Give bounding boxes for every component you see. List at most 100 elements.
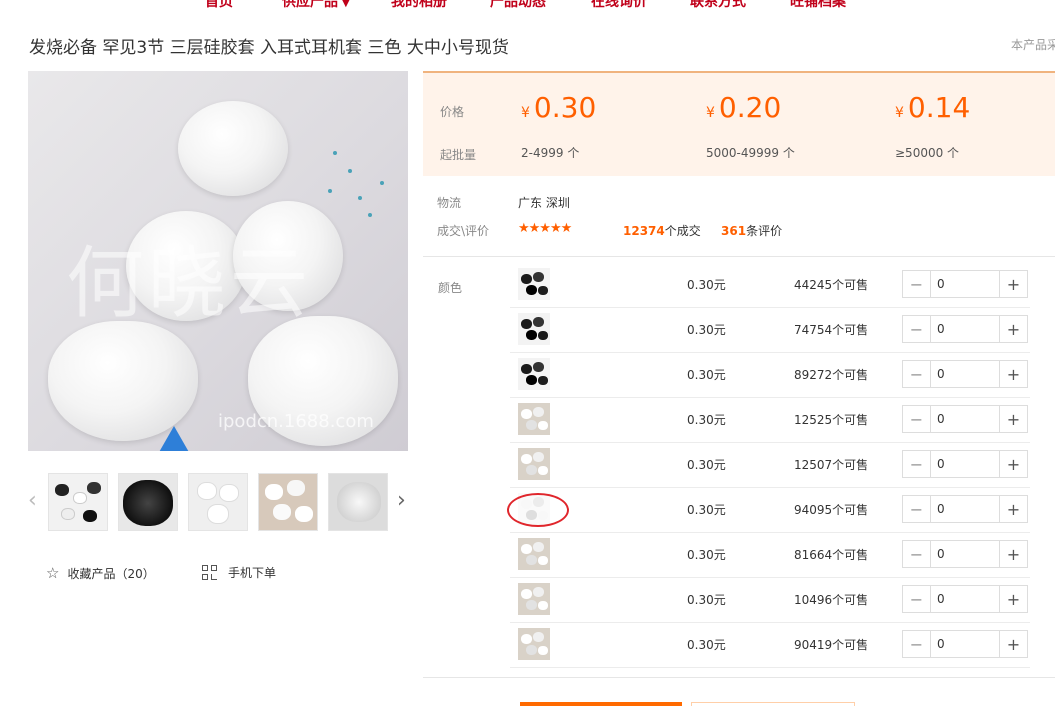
minus-icon[interactable]: − (903, 316, 931, 342)
minus-icon[interactable]: − (903, 586, 931, 612)
deals-count[interactable]: 12374个成交 (623, 222, 701, 239)
quantity-stepper: −0 + (902, 450, 1028, 478)
mobile-order[interactable]: 手机下单 (202, 564, 276, 581)
nav-contact[interactable]: 联系方式 (690, 0, 746, 11)
quantity-stepper: −0 + (902, 585, 1028, 613)
thumb-prev-icon[interactable]: ‹ (28, 488, 37, 513)
minus-icon[interactable]: − (903, 271, 931, 297)
price-label: 价格 (440, 105, 465, 119)
plus-icon[interactable]: + (999, 631, 1027, 657)
nav-news[interactable]: 产品动态 (490, 0, 546, 11)
nav-home[interactable]: 首页 (205, 0, 233, 11)
buy-now-button[interactable] (520, 702, 682, 706)
qty-range-1: 2-4999 个 (521, 146, 580, 160)
sku-stock: 90419个可售 (794, 638, 869, 652)
plus-icon[interactable]: + (999, 541, 1027, 567)
nav-albums[interactable]: 我的相册 (391, 0, 447, 11)
minus-icon[interactable]: − (903, 631, 931, 657)
reviews-label: 成交\评价 (437, 224, 490, 238)
decor-dot (328, 189, 332, 193)
main-product-image[interactable]: 何晓云 ipodcn.1688.com (28, 71, 408, 451)
quantity-input[interactable]: 0 (931, 361, 999, 387)
quantity-input[interactable]: 0 (931, 496, 999, 522)
quantity-input[interactable]: 0 (931, 586, 999, 612)
favorite-product[interactable]: ☆ 收藏产品（20） (46, 564, 155, 582)
sku-color-swatch[interactable] (518, 538, 550, 570)
qty-range-3: ≥50000 个 (895, 146, 960, 160)
review-count[interactable]: 361条评价 (721, 222, 782, 239)
thumbnail-3[interactable] (188, 473, 248, 531)
sku-row: 0.30元 12525个可售 −0 + (510, 398, 1030, 443)
nav-inquiry[interactable]: 在线询价 (591, 0, 647, 11)
earplug-shape (178, 101, 288, 196)
add-to-cart-button[interactable] (691, 702, 855, 706)
sku-row: 0.30元 81664个可售 −0 + (510, 533, 1030, 578)
sku-row: 0.30元 12507个可售 −0 + (510, 443, 1030, 488)
thumbnail-5[interactable] (328, 473, 388, 531)
plus-icon[interactable]: + (999, 406, 1027, 432)
product-note: 本产品采 (1011, 38, 1055, 52)
thumbnail-2[interactable] (118, 473, 178, 531)
currency-symbol: ¥ (706, 105, 715, 121)
sku-price: 0.30元 (687, 548, 726, 562)
plus-icon[interactable]: + (999, 361, 1027, 387)
sku-price: 0.30元 (687, 638, 726, 652)
logistics-label: 物流 (437, 196, 462, 210)
quantity-input[interactable]: 0 (931, 541, 999, 567)
price-tier-1: ¥0.30 (521, 91, 596, 124)
plus-icon[interactable]: + (999, 496, 1027, 522)
quantity-input[interactable]: 0 (931, 271, 999, 297)
nav-products[interactable]: 供应产品 ▼ (282, 0, 350, 11)
color-label: 颜色 (438, 281, 463, 295)
top-navigation: 首页 供应产品 ▼ 我的相册 产品动态 在线询价 联系方式 旺铺档案 (0, 0, 1055, 11)
sku-stock: 10496个可售 (794, 593, 869, 607)
nav-shop-profile[interactable]: 旺铺档案 (790, 0, 846, 11)
sku-stock: 12507个可售 (794, 458, 869, 472)
mobile-order-label: 手机下单 (228, 566, 277, 580)
sku-stock: 94095个可售 (794, 503, 869, 517)
qr-code-icon (202, 564, 218, 581)
price-value: 0.30 (533, 91, 597, 124)
sku-row: 0.30元 74754个可售 −0 + (510, 308, 1030, 353)
plus-icon[interactable]: + (999, 316, 1027, 342)
sku-color-swatch[interactable] (518, 313, 550, 345)
minus-icon[interactable]: − (903, 541, 931, 567)
deals-suffix: 个成交 (664, 224, 701, 238)
sku-price: 0.30元 (687, 503, 726, 517)
minus-icon[interactable]: − (903, 496, 931, 522)
thumb-next-icon[interactable]: › (397, 488, 406, 513)
sku-row: 0.30元 94095个可售 −0 + (510, 488, 1030, 533)
sku-row: 0.30元 89272个可售 −0 + (510, 353, 1030, 398)
sku-price: 0.30元 (687, 323, 726, 337)
minus-icon[interactable]: − (903, 451, 931, 477)
quantity-input[interactable]: 0 (931, 631, 999, 657)
sku-color-swatch[interactable] (518, 268, 550, 300)
quantity-stepper: −0 + (902, 540, 1028, 568)
minus-icon[interactable]: − (903, 406, 931, 432)
sku-color-swatch[interactable] (518, 448, 550, 480)
decor-dot (380, 181, 384, 185)
plus-icon[interactable]: + (999, 451, 1027, 477)
sku-color-swatch[interactable] (518, 403, 550, 435)
sku-row: 0.30元 10496个可售 −0 + (510, 578, 1030, 623)
review-suffix: 条评价 (746, 224, 783, 238)
decor-dot (333, 151, 337, 155)
sku-color-swatch[interactable] (518, 628, 550, 660)
moq-label: 起批量 (440, 148, 477, 162)
quantity-input[interactable]: 0 (931, 316, 999, 342)
image-watermark-url: ipodcn.1688.com (218, 411, 374, 432)
logistics-value: 广东 深圳 (518, 196, 570, 210)
sku-color-swatch[interactable] (518, 358, 550, 390)
minus-icon[interactable]: − (903, 361, 931, 387)
plus-icon[interactable]: + (999, 586, 1027, 612)
quantity-input[interactable]: 0 (931, 451, 999, 477)
plus-icon[interactable]: + (999, 271, 1027, 297)
rating-stars: ★★★★★ (518, 221, 572, 236)
thumbnail-4[interactable] (258, 473, 318, 531)
sku-color-swatch[interactable] (518, 583, 550, 615)
currency-symbol: ¥ (895, 105, 904, 121)
thumbnail-1[interactable] (48, 473, 108, 531)
sku-price: 0.30元 (687, 278, 726, 292)
quantity-input[interactable]: 0 (931, 406, 999, 432)
deals-number: 12374 (623, 224, 665, 238)
